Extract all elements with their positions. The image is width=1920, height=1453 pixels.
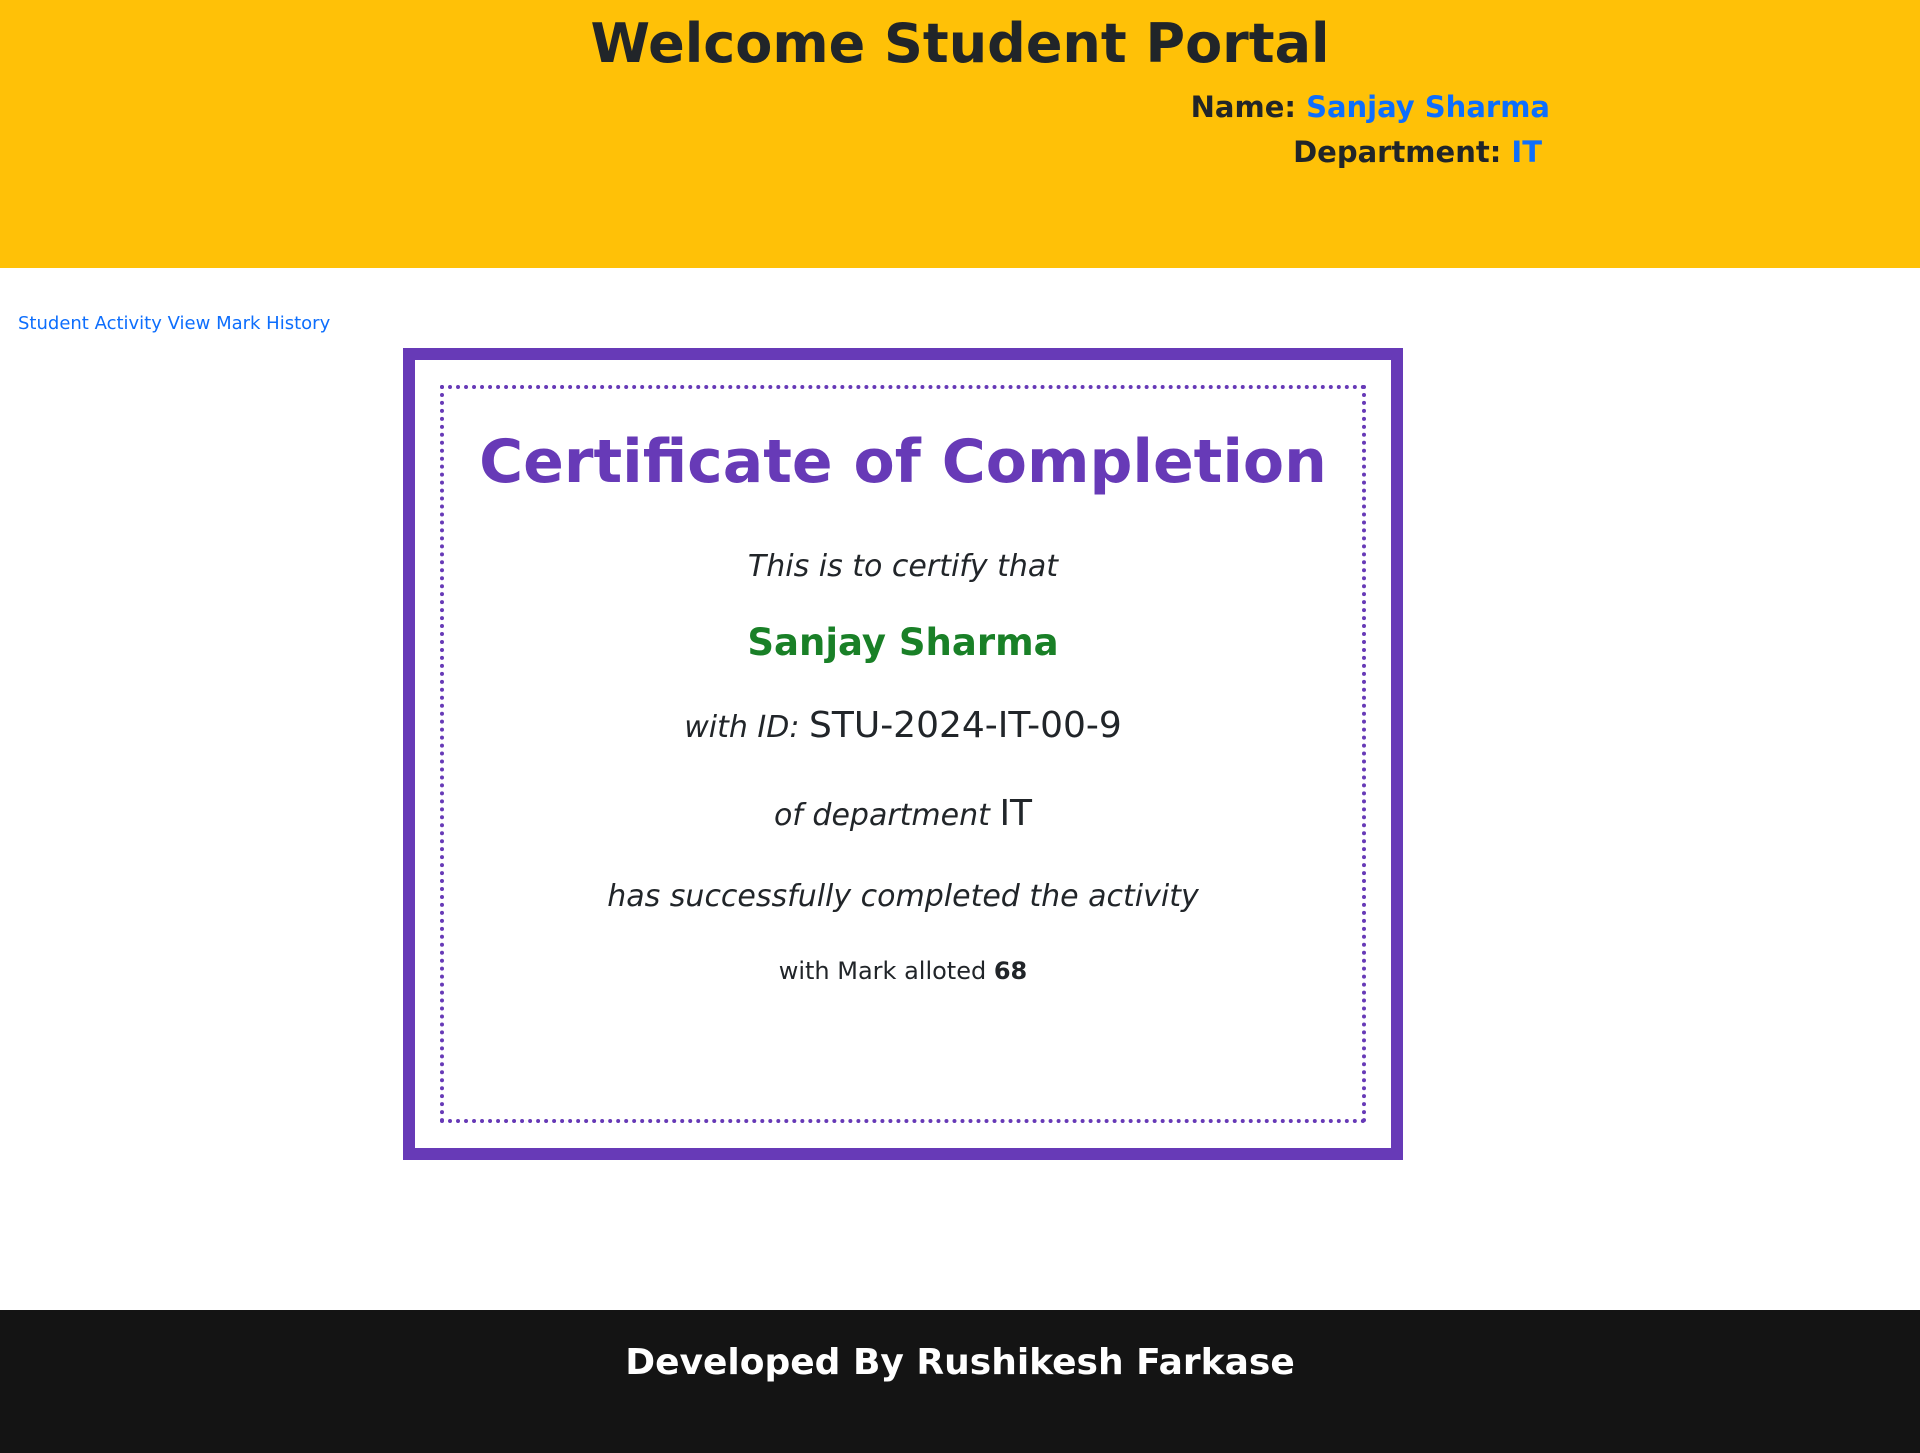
certificate-inner-border: Certificate of Completion This is to cer… bbox=[440, 385, 1366, 1123]
nav-links: Student Activity View Mark History bbox=[18, 313, 330, 334]
mark-line: with Mark alloted 68 bbox=[444, 957, 1362, 985]
id-prefix: with ID: bbox=[684, 710, 800, 745]
view-mark-history-link[interactable]: View Mark History bbox=[168, 313, 331, 334]
footer-credit: Developed By Rushikesh Farkase bbox=[625, 1342, 1295, 1383]
page-header: Welcome Student Portal Name: Sanjay Shar… bbox=[0, 0, 1920, 268]
mark-prefix: with Mark alloted bbox=[778, 957, 987, 985]
certificate-department: IT bbox=[999, 793, 1033, 834]
certificate-title: Certificate of Completion bbox=[479, 427, 1327, 497]
mark-value: 68 bbox=[993, 957, 1028, 985]
student-name-info: Name: Sanjay Sharma bbox=[1191, 90, 1550, 124]
student-id: STU-2024-IT-00-9 bbox=[809, 705, 1122, 746]
student-department-info: Department: IT bbox=[1293, 135, 1542, 169]
certificate-id-line: with ID: STU-2024-IT-00-9 bbox=[444, 705, 1362, 746]
department-label: Department: bbox=[1293, 135, 1502, 169]
portal-title: Welcome Student Portal bbox=[590, 12, 1330, 75]
name-value: Sanjay Sharma bbox=[1306, 90, 1550, 124]
certificate-student-name: Sanjay Sharma bbox=[747, 621, 1059, 664]
page-footer: Developed By Rushikesh Farkase bbox=[0, 1310, 1920, 1453]
completed-text: has successfully completed the activity bbox=[607, 879, 1199, 914]
student-activity-link[interactable]: Student Activity bbox=[18, 313, 162, 334]
department-prefix: of department bbox=[773, 798, 990, 833]
name-label: Name: bbox=[1190, 90, 1296, 124]
department-value: IT bbox=[1511, 135, 1542, 169]
certificate-card: Certificate of Completion This is to cer… bbox=[403, 348, 1403, 1160]
certify-text: This is to certify that bbox=[747, 549, 1059, 584]
certificate-department-line: of department IT bbox=[444, 793, 1362, 834]
